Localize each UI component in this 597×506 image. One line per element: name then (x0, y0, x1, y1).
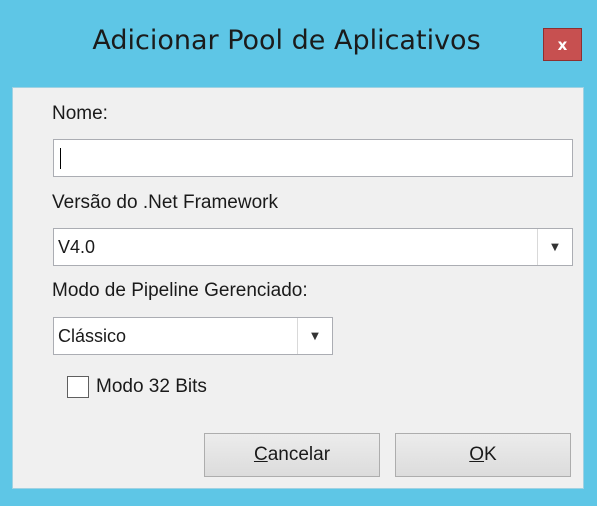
dialog-title-text: Adicionar Pool de Aplicativos (92, 24, 481, 56)
pipeline-select-value: Clássico (58, 326, 127, 346)
chevron-down-icon[interactable]: ▼ (537, 229, 572, 265)
ok-button[interactable]: OK (395, 433, 571, 477)
pipeline-label: Modo de Pipeline Gerenciado: (52, 280, 308, 301)
chevron-down-icon[interactable]: ▼ (297, 318, 332, 354)
mode32-checkbox[interactable] (67, 376, 89, 398)
mode32-label[interactable]: Modo 32 Bits (96, 376, 207, 398)
ok-accesskey: O (469, 444, 485, 465)
name-input[interactable] (53, 139, 573, 177)
dialog-body: Nome: Versão do .Net Framework V4.0 ▼ Mo… (12, 87, 584, 489)
close-icon: x (557, 35, 568, 54)
text-caret (60, 148, 61, 169)
framework-select[interactable]: V4.0 ▼ (53, 228, 573, 266)
dialog-window: Adicionar Pool de Aplicativos x Nome: Ve… (0, 0, 597, 506)
close-button[interactable]: x (543, 28, 582, 61)
cancel-button[interactable]: Cancelar (204, 433, 380, 477)
cancel-accesskey: C (253, 444, 268, 465)
dialog-title: Adicionar Pool de Aplicativos (0, 0, 597, 86)
cancel-label: ancelar (267, 444, 331, 465)
name-label: Nome: (52, 103, 108, 124)
ok-label: K (484, 444, 497, 465)
framework-label: Versão do .Net Framework (52, 192, 278, 213)
framework-select-value: V4.0 (58, 237, 96, 257)
pipeline-select[interactable]: Clássico ▼ (53, 317, 333, 355)
